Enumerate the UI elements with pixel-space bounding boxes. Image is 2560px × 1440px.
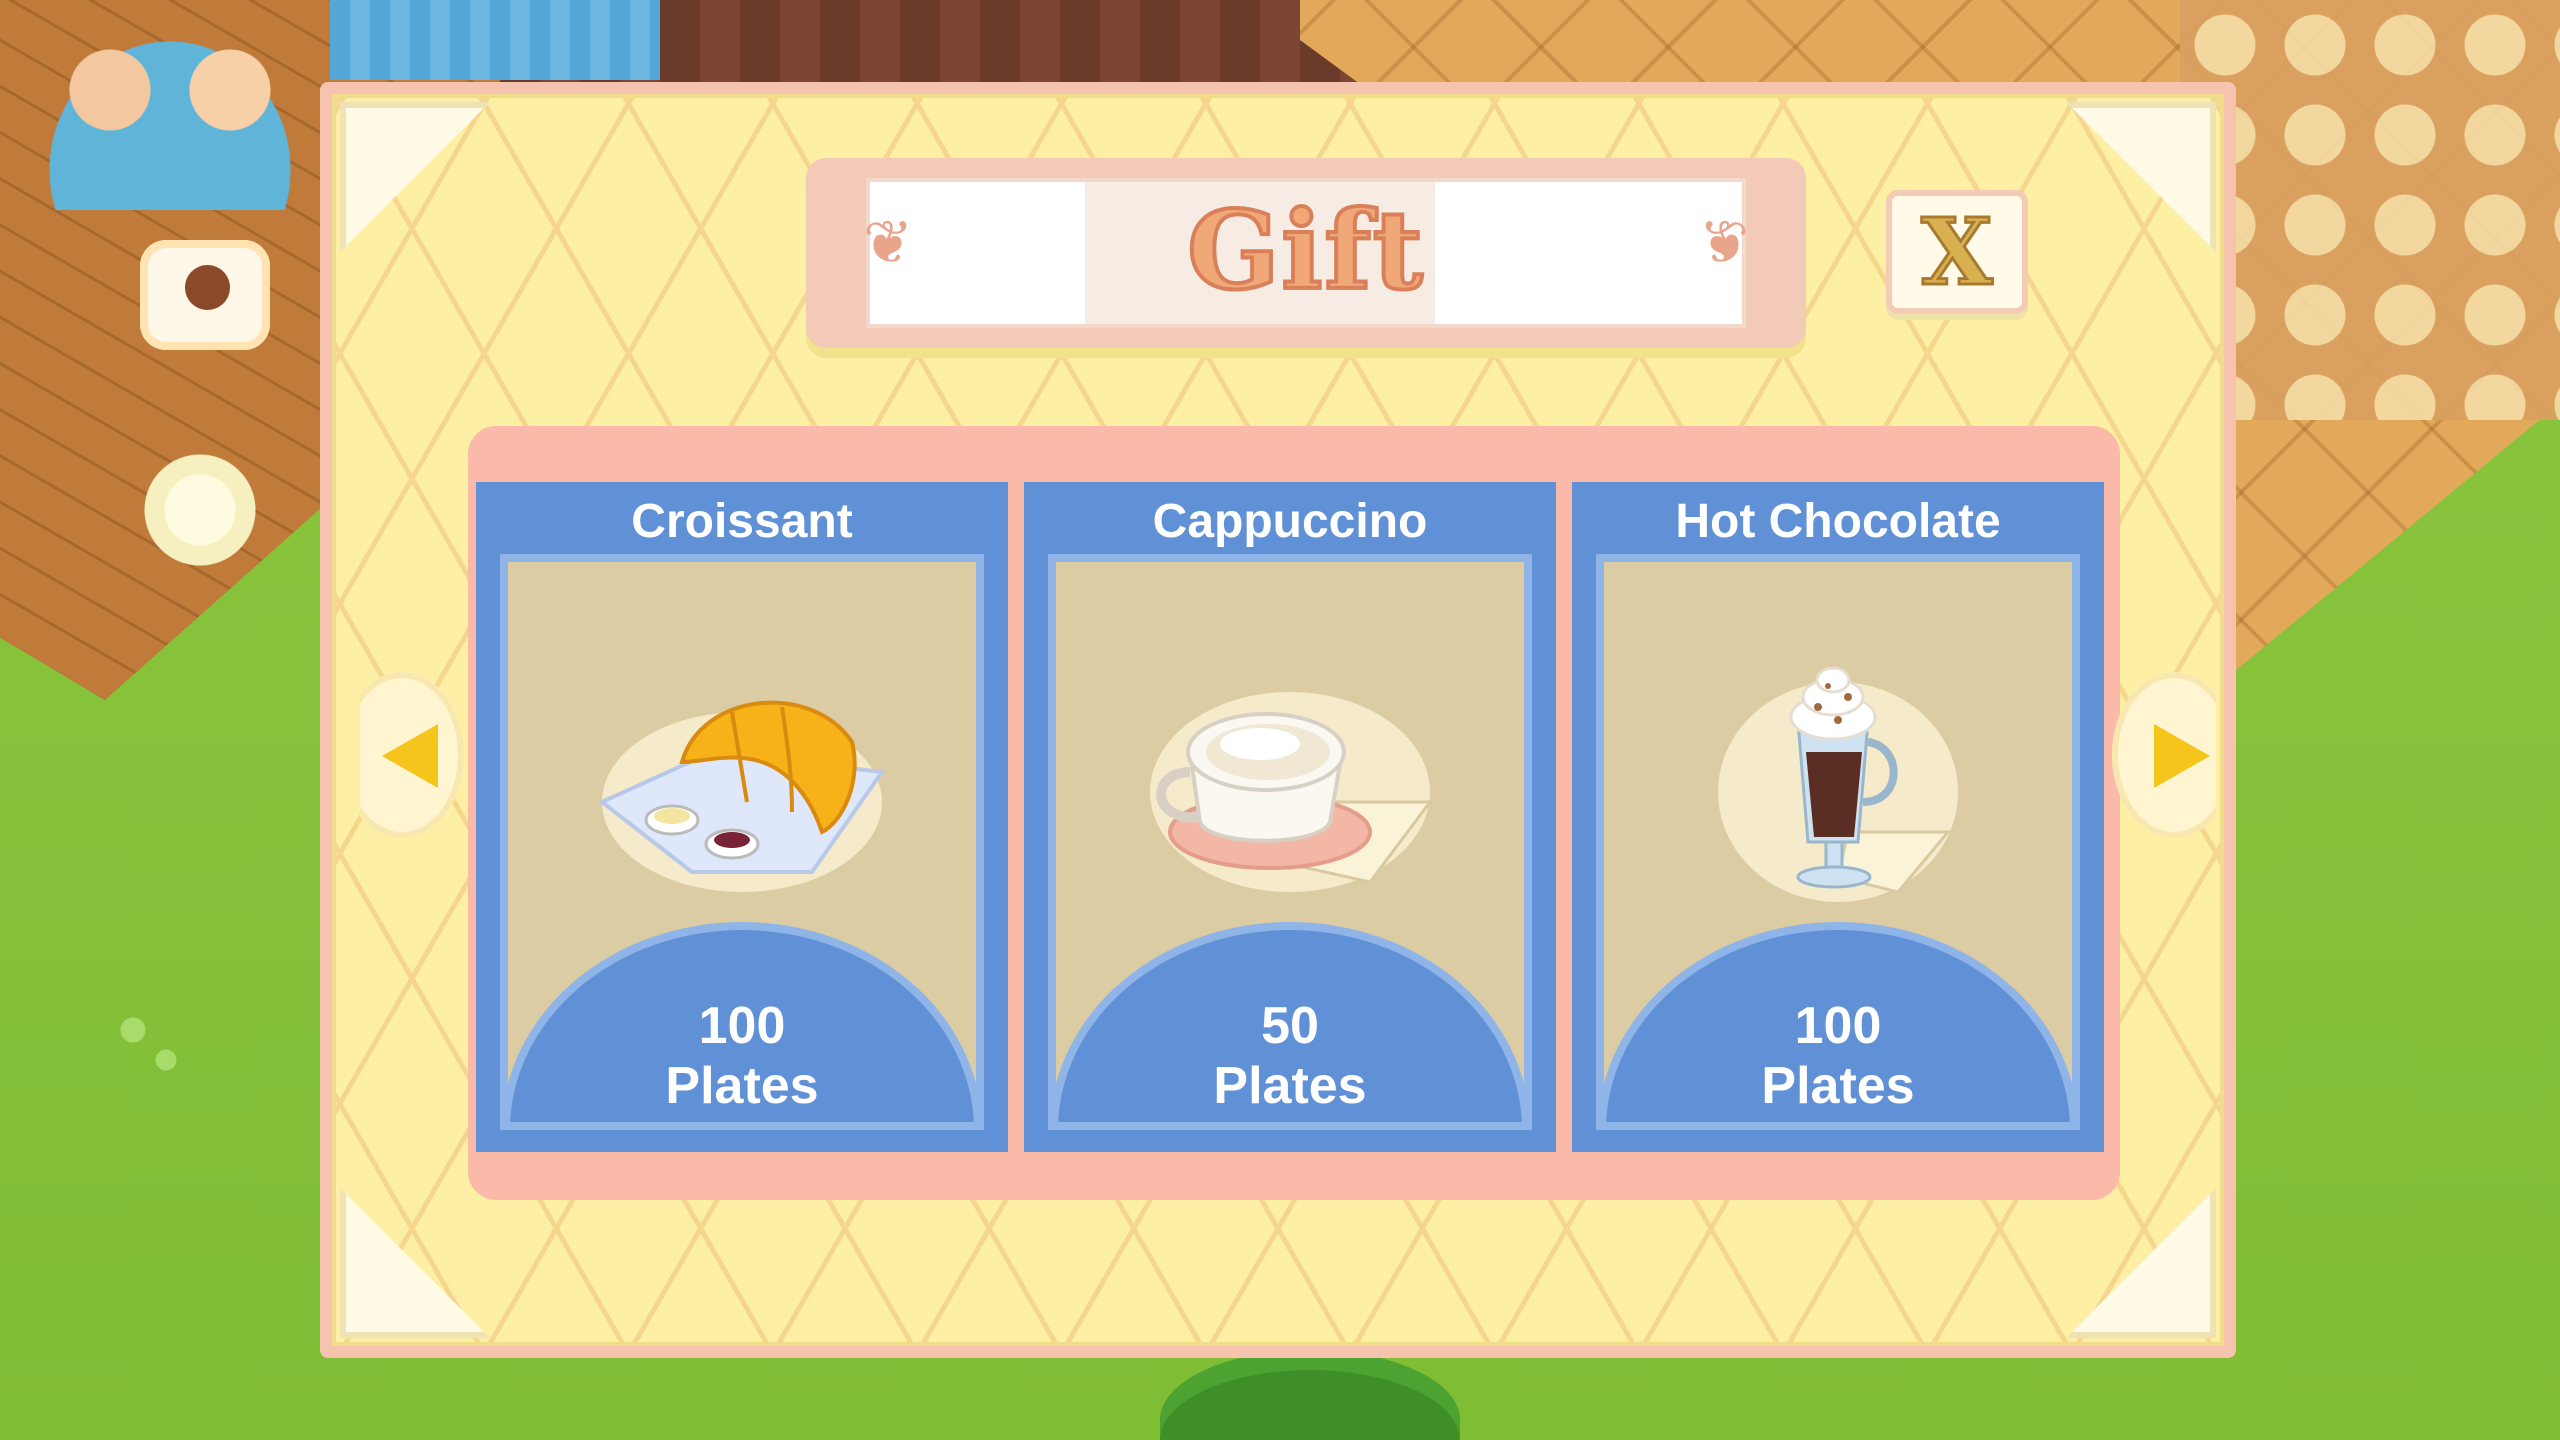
amount-unit: Plates [665, 1057, 819, 1115]
item-image-area: 50 Plates [1048, 554, 1532, 1130]
corner-ornament-icon [340, 102, 490, 252]
title-banner: ❦ ❦ Gift [806, 158, 1806, 348]
item-name: Hot Chocolate [1675, 495, 2001, 548]
bear-face-icon [185, 265, 230, 310]
gift-card-cappuccino[interactable]: Cappuccino 50 Plates [1024, 482, 1556, 1152]
item-name: Cappuccino [1152, 495, 1428, 548]
item-name: Croissant [631, 495, 853, 548]
amount-value: 100 [698, 997, 786, 1055]
leaf-decoration [100, 1000, 210, 1100]
corner-ornament-icon [340, 1188, 490, 1338]
corner-ornament-icon [2066, 102, 2216, 252]
item-image-area: 100 Plates [1596, 554, 2080, 1130]
dialog-background: ❦ ❦ Gift X Croissant 100 Plates Cappucci… [332, 94, 2224, 1346]
star-tiles [2180, 0, 2560, 420]
dialog-title: Gift [1185, 186, 1425, 316]
amount-value: 100 [1794, 997, 1882, 1055]
hot-chocolate-glass-icon [1718, 666, 1958, 902]
item-image-area: 100 Plates [500, 554, 984, 1130]
blue-rug [330, 0, 660, 80]
amount-unit: Plates [1213, 1057, 1367, 1115]
cappuccino-cup-icon [1150, 692, 1433, 892]
croissant-plate-icon [598, 700, 886, 892]
close-button[interactable]: X [1886, 190, 2028, 314]
item-amount: 100 Plates [508, 996, 976, 1116]
arrow-left-icon [382, 724, 438, 788]
amount-unit: Plates [1761, 1057, 1915, 1115]
gift-dialog: ❦ ❦ Gift X Croissant 100 Plates Cappucci… [320, 82, 2236, 1358]
gift-items-panel: Croissant 100 Plates Cappuccino 50 Plate… [468, 426, 2120, 1200]
item-amount: 100 Plates [1604, 996, 2072, 1116]
corner-ornament-icon [2066, 1188, 2216, 1338]
arrow-right-icon [2154, 724, 2210, 788]
flower-pot-decoration [140, 450, 260, 570]
amount-value: 50 [1261, 997, 1319, 1055]
reading-kids-decoration [20, 10, 320, 210]
item-amount: 50 Plates [1056, 996, 1524, 1116]
gift-card-hot-chocolate[interactable]: Hot Chocolate 100 Plates [1572, 482, 2104, 1152]
gift-card-croissant[interactable]: Croissant 100 Plates [476, 482, 1008, 1152]
